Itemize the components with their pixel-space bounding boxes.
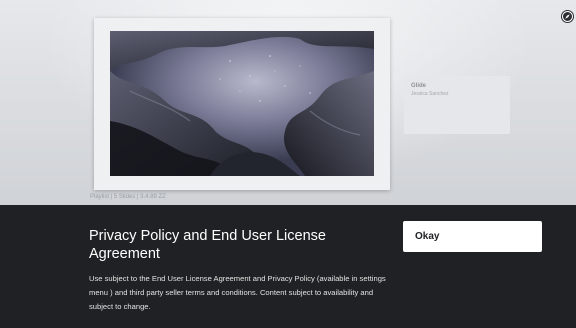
artwork-frame[interactable] [94,18,390,190]
dialog-body: Use subject to the End User License Agre… [89,274,386,311]
dialog-title: Privacy Policy and End User License Agre… [89,228,326,262]
artwork-info-card[interactable]: Glide Jessica Sanchez [404,76,510,134]
artwork-artist: Jessica Sanchez [411,91,449,97]
playlist-label: Playlist | 5 Slides | 3.4.89 ZZ [90,194,166,200]
compass-icon[interactable] [561,10,574,23]
okay-button[interactable]: Okay [403,221,542,252]
artwork-image [110,31,374,176]
artwork-title: Glide [411,83,427,89]
